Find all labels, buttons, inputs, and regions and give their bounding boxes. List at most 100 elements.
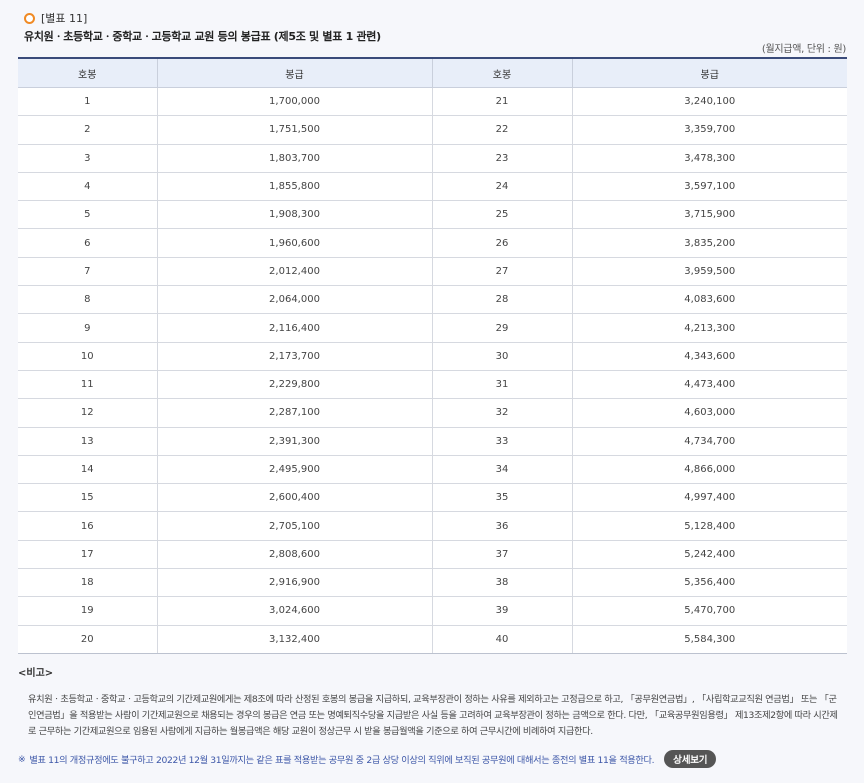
appendix-tag: [별표 11] [41,12,88,25]
cell-step: 6 [18,228,158,258]
salary-table: 호봉 봉급 호봉 봉급 1 1,700,000 21 3,240,100 2 1,751,… [18,57,847,654]
cell-step: 13 [18,426,158,456]
cell-salary: 2,705,100 [156,511,433,541]
cell-step: 36 [431,511,573,541]
table-row: 13 2,391,300 33 4,734,700 [18,426,847,456]
cell-salary: 5,242,400 [571,539,847,570]
cell-salary: 4,734,700 [571,426,847,456]
cell-step: 21 [431,86,573,117]
table-row: 2 1,751,500 22 3,359,700 [18,115,847,145]
table-row: 16 2,705,100 36 5,128,400 [18,511,847,541]
cell-salary: 4,473,400 [571,369,847,400]
cell-step: 38 [431,568,573,598]
cell-salary: 1,803,700 [156,143,433,173]
cell-salary: 2,287,100 [156,398,433,428]
table-row: 1 1,700,000 21 3,240,100 [18,86,847,117]
cell-step: 2 [18,115,158,145]
cell-step: 11 [18,369,158,400]
document-header: [별표 11] 유치원ㆍ초등학교ㆍ중학교ㆍ고등학교 교원 등의 봉급표 (제5조… [24,10,381,44]
column-header-salary: 봉급 [156,58,433,88]
cell-step: 3 [18,143,158,173]
cell-salary: 4,997,400 [571,483,847,513]
table-row: 14 2,495,900 34 4,866,000 [18,454,847,485]
cell-step: 16 [18,511,158,541]
table-row: 10 2,173,700 30 4,343,600 [18,341,847,371]
table-header-row: 호봉 봉급 호봉 봉급 [18,58,847,88]
cell-step: 30 [431,341,573,371]
cell-salary: 3,715,900 [571,200,847,230]
cell-step: 9 [18,313,158,343]
cell-salary: 2,495,900 [156,454,433,485]
cell-step: 14 [18,454,158,485]
header-tag-row: [별표 11] [24,10,381,26]
unit-note: (월지급액, 단위 : 원) [761,44,846,55]
cell-step: 31 [431,369,573,400]
cell-step: 1 [18,86,158,117]
cell-step: 27 [431,256,573,287]
cell-salary: 4,083,600 [571,285,847,315]
cell-salary: 2,116,400 [156,313,433,343]
cell-salary: 5,356,400 [571,568,847,598]
cell-salary: 2,600,400 [156,483,433,513]
cell-salary: 3,478,300 [571,143,847,173]
cell-step: 28 [431,285,573,315]
cell-step: 25 [431,200,573,230]
cell-step: 39 [431,596,573,626]
cell-salary: 3,597,100 [571,171,847,202]
cell-step: 24 [431,171,573,202]
table-row: 4 1,855,800 24 3,597,100 [18,171,847,202]
cell-salary: 5,128,400 [571,511,847,541]
cell-step: 18 [18,568,158,598]
cell-step: 7 [18,256,158,287]
cell-step: 20 [18,624,158,654]
cell-step: 15 [18,483,158,513]
table-row: 18 2,916,900 38 5,356,400 [18,568,847,598]
cell-salary: 2,916,900 [156,568,433,598]
cell-salary: 3,024,600 [156,596,433,626]
cell-salary: 1,960,600 [156,228,433,258]
cell-step: 40 [431,624,573,654]
cell-step: 23 [431,143,573,173]
cell-step: 32 [431,398,573,428]
cell-salary: 3,359,700 [571,115,847,145]
table-row: 15 2,600,400 35 4,997,400 [18,483,847,513]
column-header-step: 호봉 [18,58,158,88]
cell-salary: 2,229,800 [156,369,433,400]
note-text: 별표 11의 개정규정에도 불구하고 2022년 12월 31일까지는 같은 표… [29,755,655,766]
note-mark: ※ [18,753,26,765]
cell-salary: 1,751,500 [156,115,433,145]
cell-salary: 1,908,300 [156,200,433,230]
details-button[interactable]: 상세보기 [664,750,717,768]
cell-salary: 3,240,100 [571,86,847,117]
column-header-salary: 봉급 [571,58,847,88]
page-title: 유치원ㆍ초등학교ㆍ중학교ㆍ고등학교 교원 등의 봉급표 (제5조 및 별표 1 … [24,30,381,43]
bullet-circle-icon [24,12,35,24]
cell-salary: 2,391,300 [156,426,433,456]
table-row: 9 2,116,400 29 4,213,300 [18,313,847,343]
table-row: 12 2,287,100 32 4,603,000 [18,398,847,428]
cell-salary: 4,213,300 [571,313,847,343]
cell-step: 35 [431,483,573,513]
table-row: 7 2,012,400 27 3,959,500 [18,256,847,287]
cell-salary: 2,808,600 [156,539,433,570]
cell-salary: 3,132,400 [156,624,433,654]
cell-salary: 2,064,000 [156,285,433,315]
cell-salary: 2,173,700 [156,341,433,371]
column-header-step: 호봉 [431,58,573,88]
cell-step: 29 [431,313,573,343]
cell-step: 8 [18,285,158,315]
cell-salary: 2,012,400 [156,256,433,287]
table-row: 11 2,229,800 31 4,473,400 [18,369,847,400]
table-row: 8 2,064,000 28 4,083,600 [18,285,847,315]
table-row: 3 1,803,700 23 3,478,300 [18,143,847,173]
remarks-title: <비고> [18,668,54,679]
cell-step: 5 [18,200,158,230]
cell-salary: 4,343,600 [571,341,847,371]
cell-salary: 1,700,000 [156,86,433,117]
cell-step: 22 [431,115,573,145]
amendment-note: ※ 별표 11의 개정규정에도 불구하고 2022년 12월 31일까지는 같은… [18,750,848,768]
cell-step: 26 [431,228,573,258]
cell-salary: 5,584,300 [571,624,847,654]
cell-salary: 4,866,000 [571,454,847,485]
cell-salary: 1,855,800 [156,171,433,202]
